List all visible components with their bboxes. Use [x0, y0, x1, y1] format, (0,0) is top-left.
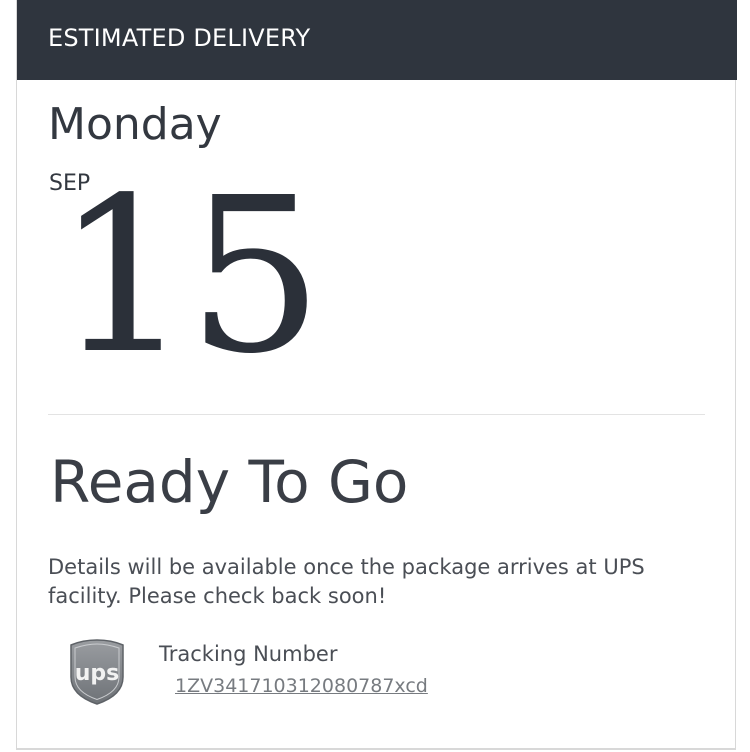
delivery-weekday: Monday: [48, 99, 222, 150]
delivery-day: 15: [55, 152, 323, 401]
status-title: Ready To Go: [50, 448, 409, 516]
card-header: ESTIMATED DELIVERY: [17, 0, 737, 80]
section-divider: [48, 414, 705, 415]
status-details: Details will be available once the packa…: [48, 555, 645, 608]
header-title: ESTIMATED DELIVERY: [48, 24, 311, 52]
ups-logo-text: ups: [75, 661, 120, 686]
delivery-card: ESTIMATED DELIVERY Monday SEP 15 Ready T…: [16, 0, 737, 750]
ups-shield-icon: ups: [68, 639, 126, 705]
tracking-number-link[interactable]: 1ZV341710312080787xcd: [175, 675, 428, 697]
tracking-label: Tracking Number: [159, 642, 338, 666]
